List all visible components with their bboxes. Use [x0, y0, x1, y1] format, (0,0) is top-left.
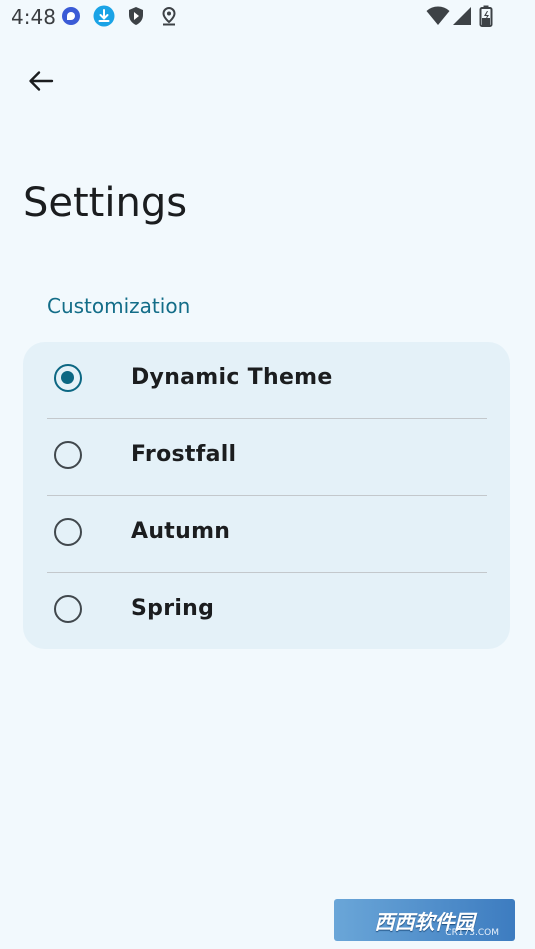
radio-button-selected[interactable]: [54, 364, 82, 392]
shield-icon: [125, 5, 147, 27]
arrow-back-icon: [28, 70, 54, 92]
page-title: Settings: [23, 180, 188, 226]
radio-button[interactable]: [54, 518, 82, 546]
theme-option-spring[interactable]: Spring: [23, 573, 510, 649]
chat-bubble-icon: [60, 5, 82, 27]
radio-button[interactable]: [54, 595, 82, 623]
option-label: Autumn: [131, 519, 231, 544]
back-button[interactable]: [20, 60, 62, 102]
theme-option-frostfall[interactable]: Frostfall: [23, 419, 510, 496]
radio-button[interactable]: [54, 441, 82, 469]
theme-options-card: Dynamic Theme Frostfall Autumn Spring: [23, 342, 510, 649]
theme-option-dynamic-theme[interactable]: Dynamic Theme: [23, 342, 510, 419]
wifi-icon: [426, 5, 450, 27]
section-title-customization: Customization: [47, 294, 191, 318]
watermark-sub: CR173.COM: [445, 928, 499, 938]
theme-option-autumn[interactable]: Autumn: [23, 496, 510, 573]
option-label: Spring: [131, 596, 215, 621]
location-pin-icon: [158, 5, 180, 27]
battery-charging-icon: [477, 5, 495, 27]
status-time: 4:48: [11, 5, 56, 29]
download-icon: [93, 5, 115, 27]
watermark-logo: 西西软件园 CR173.COM: [334, 899, 515, 941]
status-bar: 4:48: [0, 0, 535, 32]
signal-icon: [451, 5, 473, 27]
option-label: Dynamic Theme: [131, 365, 333, 390]
option-label: Frostfall: [131, 442, 237, 467]
